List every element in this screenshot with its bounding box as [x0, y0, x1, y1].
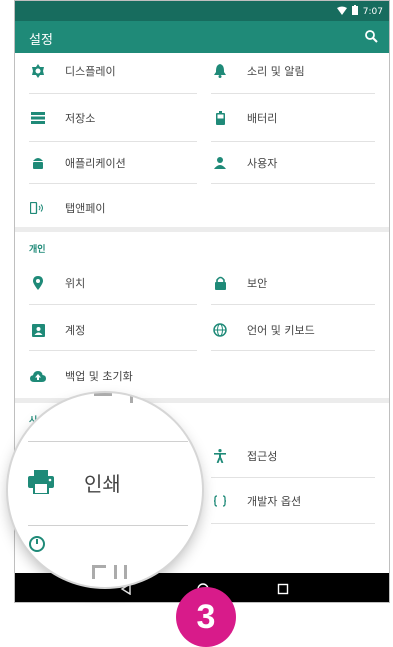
setting-users[interactable]: 사용자	[211, 152, 277, 174]
step-number-badge: 3	[176, 587, 236, 647]
setting-label: 디스플레이	[65, 65, 116, 78]
setting-battery[interactable]: 배터리	[211, 107, 277, 129]
setting-label: 인쇄	[84, 471, 121, 496]
setting-label: 배터리	[247, 112, 278, 125]
setting-label: 애플리케이션	[65, 157, 126, 170]
setting-apps[interactable]: 애플리케이션	[29, 152, 126, 174]
storage-icon	[29, 109, 47, 127]
person-icon	[211, 154, 229, 172]
battery-icon	[211, 109, 229, 127]
magnifier-lens: 인쇄	[8, 393, 202, 587]
setting-label: 탭앤페이	[65, 202, 106, 215]
print-icon	[26, 467, 56, 497]
magnified-partial-text	[90, 563, 140, 587]
setting-label: 언어 및 키보드	[247, 324, 315, 337]
setting-storage[interactable]: 저장소	[29, 107, 95, 129]
cloud-upload-icon	[29, 367, 47, 385]
setting-label: 저장소	[65, 112, 96, 125]
setting-label: 보안	[247, 277, 268, 290]
search-icon[interactable]	[363, 28, 381, 46]
battery-status-icon	[351, 5, 358, 18]
brightness-icon	[29, 62, 47, 80]
code-braces-icon	[211, 492, 229, 510]
setting-security[interactable]: 보안	[211, 272, 267, 294]
lock-icon	[211, 274, 229, 292]
location-icon	[29, 274, 47, 292]
recents-icon[interactable]	[275, 581, 291, 597]
nfc-tap-icon	[29, 199, 47, 217]
clock-text: 7:07	[362, 6, 383, 17]
device-settings-card: 디스플레이 소리 및 알림 저장소 배터리 애플리케이션 사용자 탭앤페이	[15, 53, 389, 227]
setting-print-magnified[interactable]: 인쇄	[26, 467, 121, 497]
setting-label: 백업 및 초기화	[65, 370, 133, 383]
setting-label: 사용자	[247, 157, 278, 170]
setting-display[interactable]: 디스플레이	[29, 60, 116, 82]
setting-label: 접근성	[247, 450, 278, 463]
wifi-icon	[336, 6, 347, 18]
setting-accounts[interactable]: 계정	[29, 319, 85, 341]
android-icon	[29, 154, 47, 172]
account-box-icon	[29, 321, 47, 339]
setting-label: 계정	[65, 324, 86, 337]
accessibility-icon	[211, 447, 229, 465]
setting-label: 소리 및 알림	[247, 65, 305, 78]
page-title: 설정	[29, 33, 53, 48]
personal-settings-card: 개인 위치 보안 계정 언어 및 키보드 백업 및 초기화	[15, 232, 389, 398]
globe-icon	[211, 321, 229, 339]
setting-developer[interactable]: 개발자 옵션	[211, 490, 301, 512]
setting-accessibility[interactable]: 접근성	[211, 445, 277, 467]
status-bar: 7:07	[15, 1, 389, 21]
magnified-partial-text	[90, 393, 150, 413]
app-bar: 설정	[15, 21, 389, 53]
setting-label: 위치	[65, 277, 86, 290]
setting-label: 개발자 옵션	[247, 495, 302, 508]
timer-icon	[28, 535, 46, 557]
setting-tap-pay[interactable]: 탭앤페이	[29, 197, 105, 219]
section-title-personal: 개인	[29, 245, 46, 255]
setting-location[interactable]: 위치	[29, 272, 85, 294]
bell-icon	[211, 62, 229, 80]
setting-language[interactable]: 언어 및 키보드	[211, 319, 315, 341]
setting-backup[interactable]: 백업 및 초기화	[29, 365, 133, 387]
setting-sound[interactable]: 소리 및 알림	[211, 60, 305, 82]
